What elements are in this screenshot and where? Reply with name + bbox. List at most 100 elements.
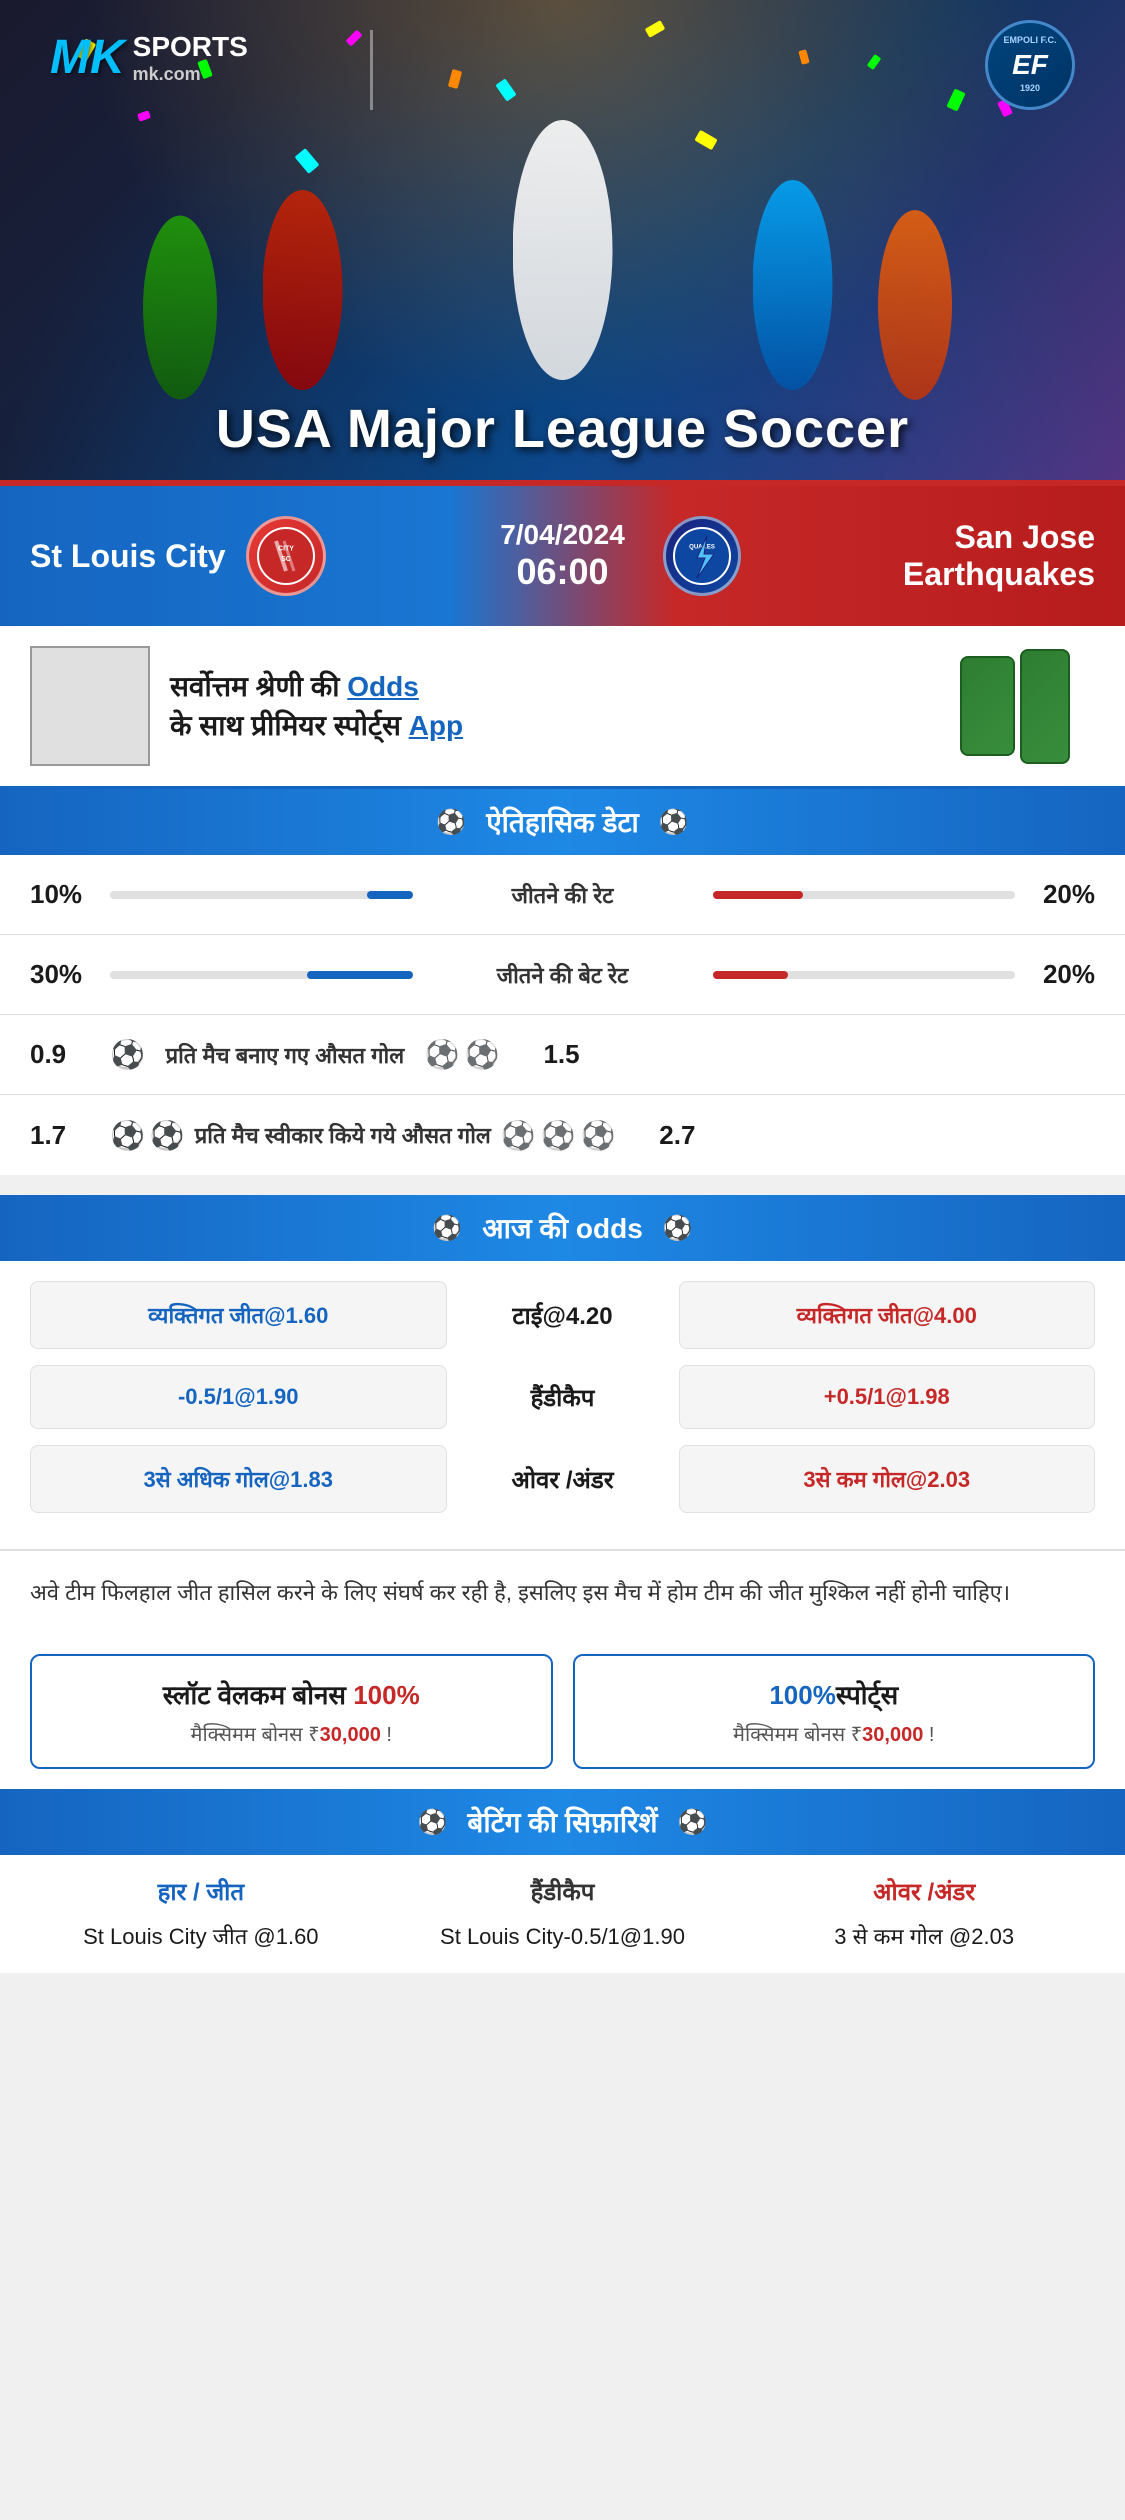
rec-header-2: हैंडीकैप [392, 1875, 734, 1908]
bet-rate-bar-right [713, 971, 1016, 979]
historical-section-header: ⚽ ऐतिहासिक डेटा ⚽ [0, 789, 1125, 855]
odds-soccer-ball-right: ⚽ [663, 1214, 693, 1243]
stl-logo-svg: CITY SC [256, 526, 316, 586]
bet-rate-label: जीतने की बेट रेट [433, 960, 693, 990]
ball-icon-red-1: ⚽ [425, 1038, 460, 1071]
match-center-info: 7/04/2024 06:00 [463, 519, 663, 593]
analysis-text-content: अवे टीम फिलहाल जीत हासिल करने के लिए संघ… [30, 1580, 1010, 1605]
recs-ball-left: ⚽ [418, 1808, 448, 1837]
ball-icon-rc3: ⚽ [581, 1119, 616, 1152]
soccer-ball-icon-right: ⚽ [659, 808, 689, 837]
ball-icon-rc2: ⚽ [541, 1119, 576, 1152]
win-rate-row: 10% जीतने की रेट 20% [0, 855, 1125, 935]
app-banner[interactable]: सर्वोत्तम श्रेणी की Odds के साथ प्रीमियर… [0, 626, 1125, 789]
app-text-app: App [409, 710, 463, 741]
odds-row-3[interactable]: 3से अधिक गोल@1.83 ओवर /अंडर 3से कम गोल@2… [30, 1445, 1095, 1513]
app-phones [935, 646, 1095, 766]
bonus-card-sports[interactable]: 100%स्पोर्ट्स मैक्सिमम बोनस ₹30,000 ! [573, 1654, 1096, 1769]
bonus-card-slots[interactable]: स्लॉट वेलकम बोनस 100% मैक्सिमम बोनस ₹30,… [30, 1654, 553, 1769]
historical-section-title: ऐतिहासिक डेटा [486, 803, 639, 841]
ball-icon-c1: ⚽ [110, 1119, 145, 1152]
avg-goals-conceded-right: 2.7 [615, 1120, 695, 1151]
app-text-odds: Odds [347, 671, 419, 702]
away-team-name: San Jose Earthquakes [761, 519, 1095, 593]
sports-label: SPORTS [133, 30, 248, 64]
betting-recs-section: हार / जीत St Louis City जीत @1.60 हैंडीक… [0, 1855, 1125, 1973]
bet-rate-row: 30% जीतने की बेट रेट 20% [0, 935, 1125, 1015]
recs-ball-right: ⚽ [678, 1808, 708, 1837]
bonus-sports-subtitle: मैक्सिमम बोनस ₹30,000 ! [595, 1720, 1074, 1747]
odds-away-win-btn[interactable]: व्यक्तिगत जीत@4.00 [679, 1281, 1096, 1349]
rec-col-1: हार / जीत St Louis City जीत @1.60 [30, 1875, 372, 1953]
odds-over-btn[interactable]: 3से अधिक गोल@1.83 [30, 1445, 447, 1513]
win-rate-left: 10% [30, 879, 110, 910]
sj-logo-svg: QUAKES [672, 526, 732, 586]
win-rate-bar-left [110, 891, 413, 899]
players-graphic [113, 80, 1013, 400]
ball-icon-rc1: ⚽ [501, 1119, 536, 1152]
betting-recs-header: ⚽ बेटिंग की सिफ़ारिशें ⚽ [0, 1789, 1125, 1855]
match-header: St Louis City CITY SC 7/04/2024 06:00 QU… [0, 486, 1125, 626]
odds-soccer-ball-left: ⚽ [432, 1214, 462, 1243]
phone-mockup-2 [1020, 649, 1070, 764]
win-rate-bar-fill-red [713, 891, 804, 899]
goals-scored-icons-left: ⚽ [110, 1038, 145, 1071]
odds-section-title: आज की odds [482, 1209, 643, 1247]
odds-row-2[interactable]: -0.5/1@1.90 हैंडीकैप +0.5/1@1.98 [30, 1365, 1095, 1429]
odds-handicap-away-btn[interactable]: +0.5/1@1.98 [679, 1365, 1096, 1429]
betting-recs-grid: हार / जीत St Louis City जीत @1.60 हैंडीक… [30, 1875, 1095, 1953]
rec-header-3: ओवर /अंडर [753, 1875, 1095, 1908]
mk-letters: MK [50, 30, 125, 85]
bonus-slots-percent: 100% [353, 1680, 420, 1710]
rec-col-3: ओवर /अंडर 3 से कम गोल @2.03 [753, 1875, 1095, 1953]
win-rate-bar-right [713, 891, 1016, 899]
home-team-section: St Louis City CITY SC [30, 516, 463, 596]
rec-col-2: हैंडीकैप St Louis City-0.5/1@1.90 [392, 1875, 734, 1953]
odds-tie-label: टाई@4.20 [463, 1299, 663, 1332]
phone-mockup-1 [960, 656, 1015, 756]
rec-header-1: हार / जीत [30, 1875, 372, 1908]
goals-conceded-icons-right: ⚽ ⚽ ⚽ [501, 1119, 616, 1152]
goals-conceded-icons-left: ⚽ ⚽ [110, 1119, 185, 1152]
bonus-slots-subtitle: मैक्सिमम बोनस ₹30,000 ! [52, 1720, 531, 1747]
goals-scored-icons-right: ⚽ ⚽ [425, 1038, 500, 1071]
avg-goals-scored-left: 0.9 [30, 1039, 110, 1070]
home-team-name: St Louis City [30, 538, 226, 575]
away-team-logo: QUAKES [663, 516, 741, 596]
ball-icon-c2: ⚽ [150, 1119, 185, 1152]
bonus-sports-amount: 30,000 [862, 1724, 923, 1746]
odds-over-under-label: ओवर /अंडर [463, 1463, 663, 1496]
odds-handicap-home-btn[interactable]: -0.5/1@1.90 [30, 1365, 447, 1429]
rec-value-1: St Louis City जीत @1.60 [30, 1920, 372, 1953]
match-time: 06:00 [463, 551, 663, 593]
home-team-logo: CITY SC [246, 516, 326, 596]
ball-icon-red-2: ⚽ [465, 1038, 500, 1071]
win-rate-label: जीतने की रेट [433, 880, 693, 910]
bet-rate-bar-fill-blue [307, 971, 413, 979]
odds-handicap-label: हैंडीकैप [463, 1381, 663, 1414]
avg-goals-scored-row: 0.9 ⚽ प्रति मैच बनाए गए औसत गोल ⚽ ⚽ 1.5 [0, 1015, 1125, 1095]
avg-goals-conceded-row: 1.7 ⚽ ⚽ प्रति मैच स्वीकार किये गये औसत ग… [0, 1095, 1125, 1175]
bet-rate-bar-left [110, 971, 413, 979]
rec-value-2: St Louis City-0.5/1@1.90 [392, 1920, 734, 1953]
bonus-section[interactable]: स्लॉट वेलकम बोनस 100% मैक्सिमम बोनस ₹30,… [0, 1634, 1125, 1789]
odds-section-header: ⚽ आज की odds ⚽ [0, 1195, 1125, 1261]
bonus-slots-amount: 30,000 [320, 1724, 381, 1746]
analysis-section: अवे टीम फिलहाल जीत हासिल करने के लिए संघ… [0, 1549, 1125, 1634]
hero-banner: MK SPORTS mk.com EMPOLI F.C. EF 1920 USA… [0, 0, 1125, 480]
avg-goals-conceded-left: 1.7 [30, 1120, 110, 1151]
qr-code [30, 646, 150, 766]
odds-row-1[interactable]: व्यक्तिगत जीत@1.60 टाई@4.20 व्यक्तिगत जी… [30, 1281, 1095, 1349]
betting-recs-title: बेटिंग की सिफ़ारिशें [467, 1803, 657, 1841]
odds-under-btn[interactable]: 3से कम गोल@2.03 [679, 1445, 1096, 1513]
win-rate-bar-fill-blue [367, 891, 412, 899]
odds-section: व्यक्तिगत जीत@1.60 टाई@4.20 व्यक्तिगत जी… [0, 1261, 1125, 1549]
match-date: 7/04/2024 [463, 519, 663, 551]
historical-data-section: 10% जीतने की रेट 20% 30% जीतने की बेट रे… [0, 855, 1125, 1175]
avg-goals-scored-label: प्रति मैच बनाए गए औसत गोल [155, 1040, 415, 1070]
app-text-line1: सर्वोत्तम श्रेणी की Odds [170, 671, 419, 702]
odds-home-win-btn[interactable]: व्यक्तिगत जीत@1.60 [30, 1281, 447, 1349]
bet-rate-right: 20% [1015, 959, 1095, 990]
ball-icon-1: ⚽ [110, 1038, 145, 1071]
win-rate-right: 20% [1015, 879, 1095, 910]
